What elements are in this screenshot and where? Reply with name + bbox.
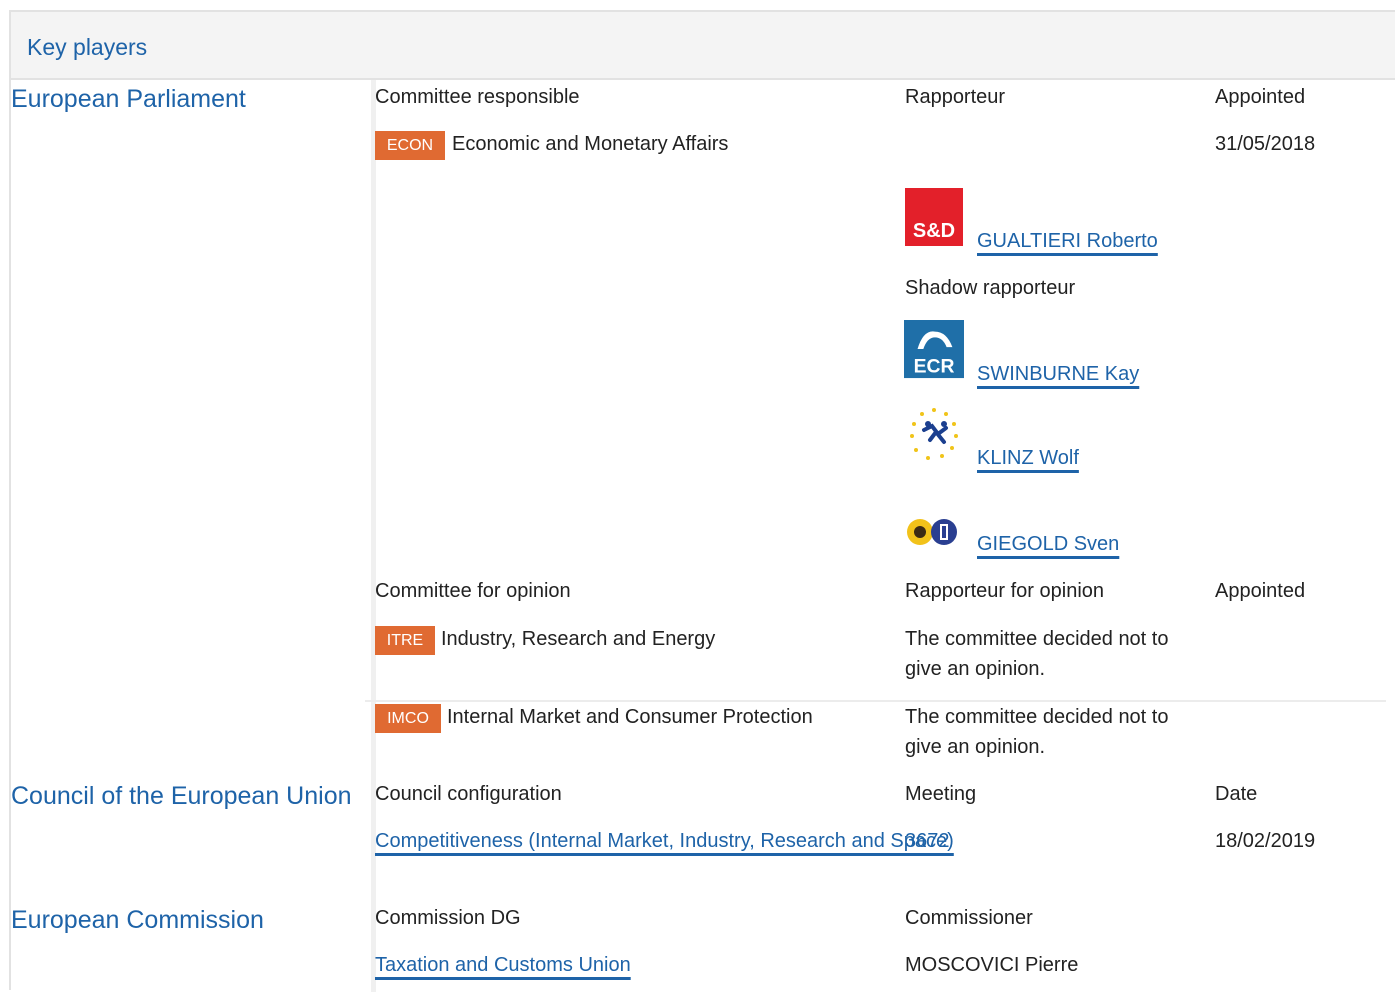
shadow-rapporteur-link-3[interactable]: GIEGOLD Sven bbox=[977, 529, 1119, 559]
col-commissioner: Commissioner bbox=[905, 907, 1033, 929]
council-configuration-link[interactable]: Competitiveness (Internal Market, Indust… bbox=[375, 826, 954, 856]
col-commission-dg: Commission DG bbox=[375, 907, 521, 929]
ecr-group-logo-icon: ECR bbox=[904, 320, 964, 379]
committee-badge-imco[interactable]: IMCO bbox=[375, 704, 441, 733]
appointed-date: 31/05/2018 bbox=[1215, 133, 1316, 155]
commission-label[interactable]: European Commission bbox=[11, 906, 264, 935]
panel-title: Key players bbox=[27, 34, 148, 60]
committee-badge-econ[interactable]: ECON bbox=[375, 131, 445, 160]
col-council-configuration: Council configuration bbox=[375, 783, 562, 805]
greens-efa-group-logo-icon bbox=[907, 519, 957, 545]
sd-group-logo-icon: S&D bbox=[905, 188, 963, 246]
meeting-date: 18/02/2019 bbox=[1215, 830, 1316, 852]
shadow-rapporteur-link-1[interactable]: SWINBURNE Kay bbox=[977, 359, 1139, 389]
committee-name-econ: Economic and Monetary Affairs bbox=[452, 133, 729, 155]
col-appointed: Appointed bbox=[1215, 86, 1306, 108]
opinion-note-imco: The committee decided not to give an opi… bbox=[905, 706, 1169, 758]
rapporteur-link[interactable]: GUALTIERI Roberto bbox=[977, 226, 1158, 256]
commission-dg-link[interactable]: Taxation and Customs Union bbox=[375, 950, 631, 980]
col-committee-responsible: Committee responsible bbox=[375, 86, 580, 108]
col-meeting: Meeting bbox=[905, 783, 977, 805]
shadow-rapporteur-label: Shadow rapporteur bbox=[905, 277, 1076, 299]
col-rapporteur: Rapporteur bbox=[905, 86, 1006, 108]
col-date: Date bbox=[1215, 783, 1258, 805]
panel-header[interactable]: Key players bbox=[11, 12, 1395, 80]
svg-text:S&D: S&D bbox=[913, 220, 955, 242]
parliament-label[interactable]: European Parliament bbox=[11, 85, 246, 114]
committee-name-itre: Industry, Research and Energy bbox=[441, 628, 716, 650]
council-label[interactable]: Council of the European Union bbox=[11, 782, 352, 811]
committee-name-imco: Internal Market and Consumer Protection bbox=[447, 706, 813, 728]
col-appointed-opinion: Appointed bbox=[1215, 580, 1306, 602]
shadow-rapporteur-link-2[interactable]: KLINZ Wolf bbox=[977, 443, 1079, 473]
svg-text:ECR: ECR bbox=[914, 355, 955, 377]
col-committee-opinion: Committee for opinion bbox=[375, 580, 571, 602]
commissioner-name: MOSCOVICI Pierre bbox=[905, 954, 1079, 976]
meeting-link[interactable]: 3672 bbox=[905, 826, 950, 856]
alde-group-logo-icon bbox=[904, 404, 964, 464]
opinion-note-itre: The committee decided not to give an opi… bbox=[905, 628, 1169, 680]
committee-badge-itre[interactable]: ITRE bbox=[375, 626, 435, 655]
col-rapporteur-opinion: Rapporteur for opinion bbox=[905, 580, 1105, 602]
